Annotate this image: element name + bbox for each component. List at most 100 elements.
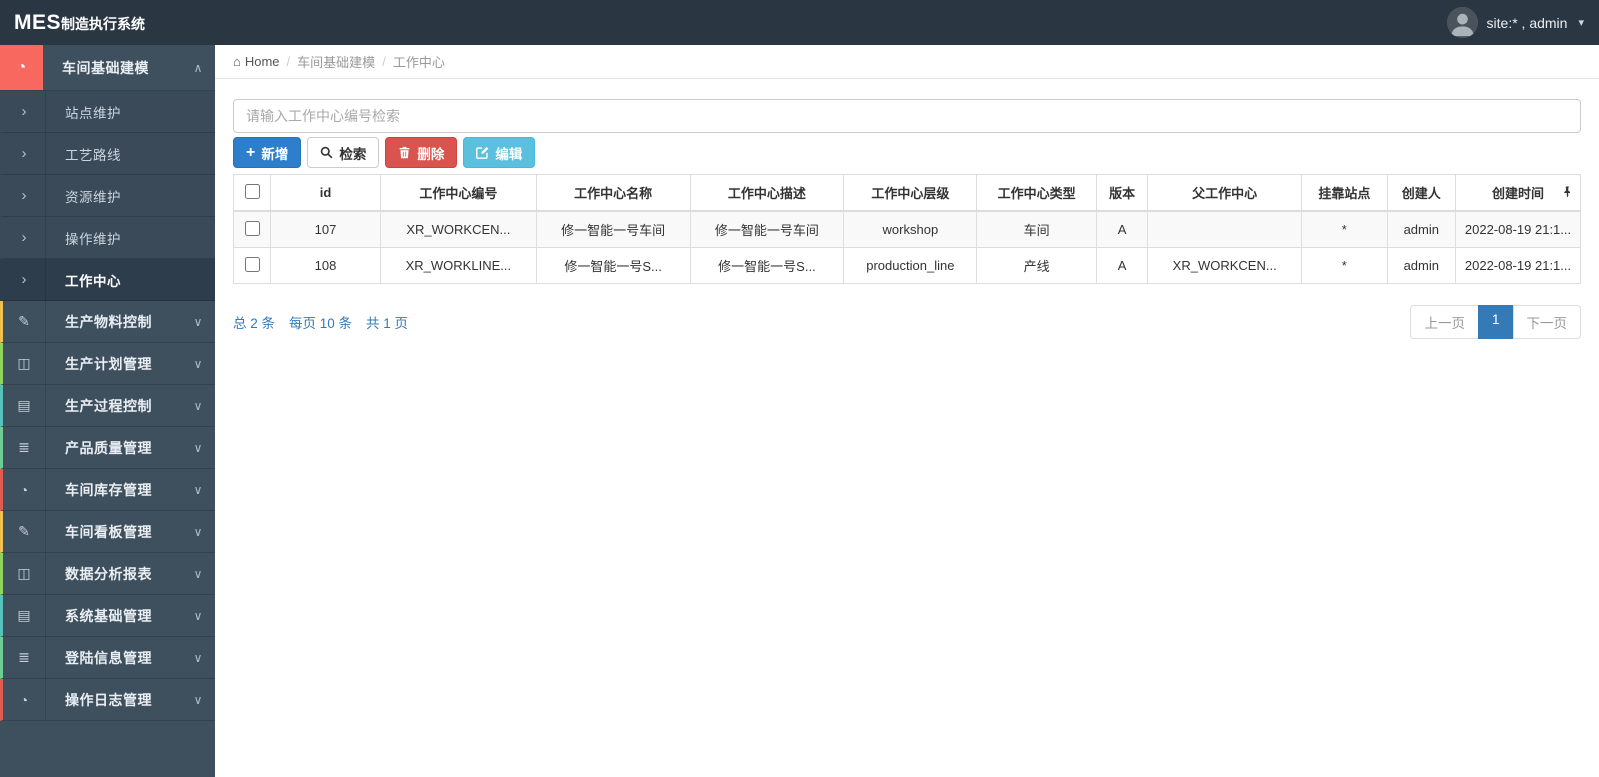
sidebar-item-label: 系统基础管理 (65, 607, 152, 624)
avatar (1446, 7, 1478, 38)
sidebar-item-label: 生产过程控制 (65, 397, 152, 414)
row-checkbox[interactable] (244, 220, 260, 236)
pin-icon[interactable] (1563, 185, 1572, 200)
sidebar: ◔ 车间基础建模 ∧ › 站点维护 › 工艺路线 › 资源维护 › 操作维护 ›… (0, 45, 215, 777)
sidebar-item-system-management[interactable]: ▤ 系统基础管理 ∨ (0, 595, 215, 637)
person-icon (1446, 7, 1478, 38)
column-header-parent: 父工作中心 (1147, 174, 1303, 212)
cell-created: 2022-08-19 21:1... (1455, 210, 1581, 248)
chevron-down-icon: ∨ (193, 650, 203, 665)
edit-icon: ✎ (3, 511, 46, 552)
app-logo[interactable]: MES 制造执行系统 (14, 11, 145, 35)
sidebar-item-process-control[interactable]: ▤ 生产过程控制 ∨ (0, 385, 215, 427)
list-icon: ≣ (3, 427, 46, 468)
chevron-right-icon: › (3, 133, 46, 174)
home-icon: ⌂ (233, 54, 241, 69)
current-page-button[interactable]: 1 (1477, 305, 1514, 339)
column-header-created-label: 创建时间 (1491, 186, 1544, 201)
column-header-level: 工作中心层级 (843, 174, 978, 212)
chevron-right-icon: › (3, 259, 46, 300)
user-menu[interactable]: site:* , admin ▾ (1446, 7, 1584, 38)
sidebar-subitem-label: 工艺路线 (65, 147, 121, 163)
book-icon: ▤ (3, 385, 46, 426)
delete-button[interactable]: 删除 (385, 137, 458, 168)
sidebar-subitem-station-maintenance[interactable]: › 站点维护 (0, 91, 215, 133)
breadcrumb-separator: / (286, 54, 291, 69)
columns-icon: ◫ (3, 343, 46, 384)
user-label: site:* , admin (1486, 14, 1568, 31)
book-icon: ▤ (3, 595, 46, 636)
add-button[interactable]: + 新增 (233, 137, 302, 168)
sidebar-item-inventory-management[interactable]: ◔ 车间库存管理 ∨ (0, 469, 215, 511)
table-row: 107 XR_WORKCEN... 修一智能一号车间 修一智能一号车间 work… (233, 210, 1581, 248)
sidebar-item-operation-log[interactable]: ◔ 操作日志管理 ∨ (0, 679, 215, 721)
breadcrumb-item[interactable]: 车间基础建模 (297, 52, 375, 71)
cell-name: 修一智能一号车间 (535, 210, 691, 248)
sidebar-item-data-analysis[interactable]: ◫ 数据分析报表 ∨ (0, 553, 215, 595)
breadcrumb-home[interactable]: ⌂ Home (233, 54, 280, 69)
chevron-down-icon: ∨ (193, 608, 203, 623)
dashboard-icon: ◔ (3, 679, 46, 720)
per-page-count: 每页 10 条 (289, 316, 353, 331)
sidebar-item-label: 车间基础建模 (62, 59, 149, 76)
sidebar-subitem-label: 工作中心 (65, 273, 121, 289)
chevron-down-icon: ∨ (193, 398, 203, 413)
cell-level: production_line (843, 247, 978, 284)
pagination: 总 2 条 每页 10 条 共 1 页 上一页 1 下一页 (233, 305, 1581, 339)
sidebar-subitem-resource-maintenance[interactable]: › 资源维护 (0, 175, 215, 217)
sidebar-item-board-management[interactable]: ✎ 车间看板管理 ∨ (0, 511, 215, 553)
sidebar-subitem-label: 站点维护 (65, 105, 121, 121)
column-header-name: 工作中心名称 (535, 174, 691, 212)
cell-type: 产线 (976, 247, 1097, 284)
select-all-checkbox[interactable] (244, 183, 260, 199)
cell-desc: 修一智能一号S... (689, 247, 845, 284)
work-center-table: id 工作中心编号 工作中心名称 工作中心描述 工作中心层级 工作中心类型 版本… (233, 174, 1581, 284)
sidebar-item-workshop-modeling[interactable]: ◔ 车间基础建模 ∧ (0, 45, 215, 91)
breadcrumb-home-label: Home (244, 54, 280, 69)
plus-icon: + (246, 143, 256, 161)
dashboard-icon: ◔ (3, 469, 46, 510)
sidebar-item-label: 登陆信息管理 (65, 649, 152, 666)
sidebar-item-label: 生产计划管理 (65, 355, 152, 372)
cell-station: * (1301, 247, 1388, 284)
next-page-button[interactable]: 下一页 (1512, 305, 1581, 339)
delete-button-label: 删除 (417, 146, 445, 162)
pagination-summary: 总 2 条 每页 10 条 共 1 页 (233, 312, 408, 332)
column-header-creator: 创建人 (1386, 174, 1457, 212)
table-row: 108 XR_WORKLINE... 修一智能一号S... 修一智能一号S...… (233, 247, 1581, 284)
column-header-id: id (270, 174, 381, 212)
search-button[interactable]: 检索 (307, 137, 380, 168)
cell-parent (1147, 210, 1303, 248)
sidebar-item-material-control[interactable]: ✎ 生产物料控制 ∨ (0, 301, 215, 343)
chevron-down-icon: ∨ (193, 692, 203, 707)
sidebar-subitem-work-center[interactable]: › 工作中心 (0, 259, 215, 301)
cell-desc: 修一智能一号车间 (689, 210, 845, 248)
app-logo-bold: MES (14, 10, 62, 34)
columns-icon: ◫ (3, 553, 46, 594)
trash-icon (399, 146, 410, 159)
search-input[interactable] (233, 99, 1581, 133)
sidebar-item-plan-management[interactable]: ◫ 生产计划管理 ∨ (0, 343, 215, 385)
cell-version: A (1095, 247, 1149, 284)
column-header-created: 创建时间 (1455, 174, 1581, 212)
sidebar-subitem-operation-maintenance[interactable]: › 操作维护 (0, 217, 215, 259)
sidebar-item-login-info[interactable]: ≣ 登陆信息管理 ∨ (0, 637, 215, 679)
dashboard-icon: ◔ (0, 45, 43, 90)
row-checkbox[interactable] (244, 256, 260, 272)
sidebar-subitem-process-route[interactable]: › 工艺路线 (0, 133, 215, 175)
chevron-down-icon: ∨ (193, 440, 203, 455)
column-header-desc: 工作中心描述 (689, 174, 845, 212)
search-button-label: 检索 (339, 146, 367, 162)
sidebar-item-quality-management[interactable]: ≣ 产品质量管理 ∨ (0, 427, 215, 469)
breadcrumb-separator: / (382, 54, 386, 69)
edit-icon: ✎ (3, 301, 46, 342)
page-count: 共 1 页 (366, 316, 409, 331)
edit-button[interactable]: 编辑 (463, 137, 536, 168)
sidebar-item-label: 操作日志管理 (65, 691, 152, 708)
sidebar-item-label: 车间库存管理 (65, 481, 152, 498)
search-icon (321, 146, 333, 159)
column-header-station: 挂靠站点 (1301, 174, 1388, 212)
prev-page-button[interactable]: 上一页 (1410, 305, 1479, 339)
chevron-down-icon: ∨ (193, 482, 203, 497)
sidebar-item-label: 车间看板管理 (65, 523, 152, 540)
